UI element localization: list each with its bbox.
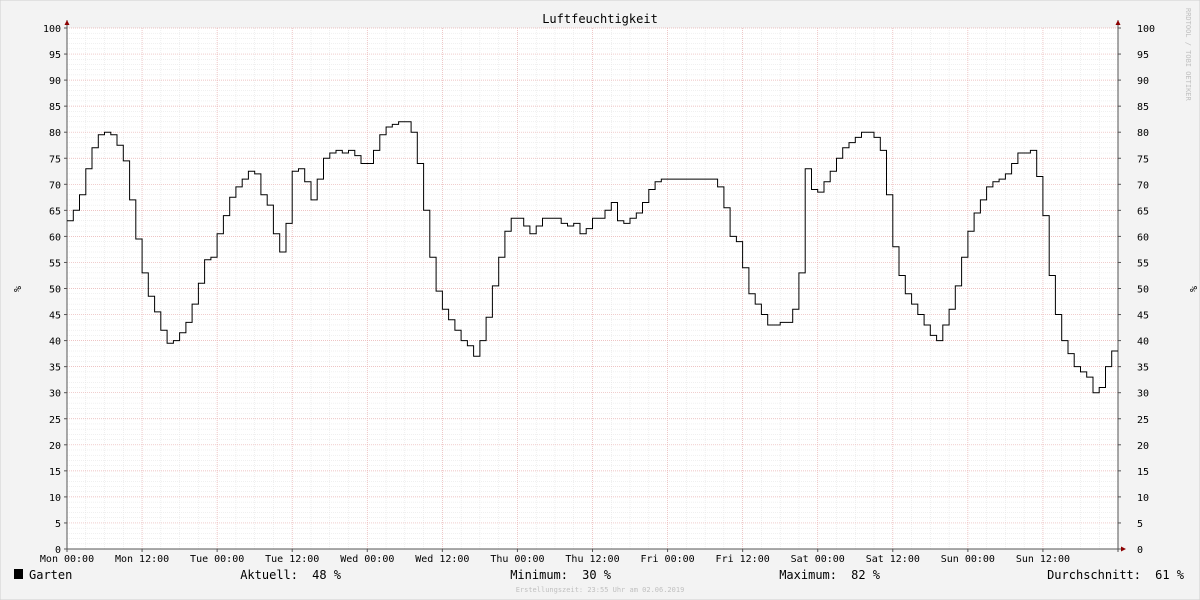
current-label: Aktuell: <box>240 568 298 582</box>
maximum-value: 82 % <box>851 568 881 582</box>
footer-creation-time: Erstellungszeit: 23:55 Uhr am 02.06.2019 <box>516 586 685 594</box>
x-tick-label: Mon 00:00 <box>40 554 94 565</box>
chart-container: 0 0 5 5 10 10 15 15 20 20 25 25 30 30 35 35 40 40 45 45 50 50… <box>0 0 1200 600</box>
x-tick-label: Wed 00:00 <box>340 554 394 565</box>
legend-entry: Garten <box>29 568 72 582</box>
y-tick-label-left: 40 <box>49 337 61 348</box>
x-tick-label: Wed 12:00 <box>415 554 469 565</box>
chart-title: Luftfeuchtigkeit <box>542 12 658 26</box>
x-tick-label: Sat 12:00 <box>866 554 920 565</box>
y-tick-label-right: 30 <box>1137 389 1149 400</box>
y-tick-label-right: 90 <box>1137 76 1149 87</box>
x-tick-label: Mon 12:00 <box>115 554 169 565</box>
y-tick-label-right: 95 <box>1137 50 1149 61</box>
x-tick-label: Fri 00:00 <box>640 554 694 565</box>
x-tick-label: Sun 00:00 <box>941 554 995 565</box>
y-tick-label-right: 85 <box>1137 102 1149 113</box>
x-tick-label: Thu 12:00 <box>565 554 619 565</box>
y-tick-label-right: 70 <box>1137 180 1149 191</box>
average-value: 61 % <box>1155 568 1185 582</box>
humidity-chart: 0 05 510 1015 1520 2025 2530 3035 3540 4045 4550 50… <box>0 0 1200 600</box>
y-tick-label-left: 60 <box>49 232 61 243</box>
y-tick-label-left: 25 <box>49 415 61 426</box>
y-tick-label-left: 90 <box>49 76 61 87</box>
y-axis-label-right: % <box>1187 286 1198 292</box>
y-tick-label-right: 50 <box>1137 285 1149 296</box>
y-tick-label-right: 5 <box>1137 519 1143 530</box>
y-tick-label-left: 75 <box>49 154 61 165</box>
y-tick-label-right: 40 <box>1137 337 1149 348</box>
y-tick-label-left: 35 <box>49 363 61 374</box>
average-label: Durchschnitt: <box>1047 568 1141 582</box>
y-tick-label-left: 65 <box>49 206 61 217</box>
y-tick-label-left: 70 <box>49 180 61 191</box>
y-tick-label-left: 5 <box>55 519 61 530</box>
current-value: 48 % <box>312 568 342 582</box>
y-tick-label-right: 80 <box>1137 128 1149 139</box>
y-tick-label-right: 75 <box>1137 154 1149 165</box>
y-tick-label-right: 35 <box>1137 363 1149 374</box>
y-tick-label-right: 100 <box>1137 24 1155 35</box>
y-tick-label-right: 25 <box>1137 415 1149 426</box>
y-tick-label-right: 0 <box>1137 545 1143 556</box>
y-tick-label-left: 20 <box>49 441 61 452</box>
y-tick-label-left: 85 <box>49 102 61 113</box>
watermark: RRDTOOL / TOBI OETIKER <box>1184 8 1192 102</box>
x-tick-label: Sun 12:00 <box>1016 554 1070 565</box>
y-tick-label-left: 10 <box>49 493 61 504</box>
y-tick-label-left: 30 <box>49 389 61 400</box>
y-tick-label-left: 100 <box>43 24 61 35</box>
y-tick-label-left: 50 <box>49 285 61 296</box>
x-tick-label: Tue 00:00 <box>190 554 244 565</box>
y-tick-label-left: 80 <box>49 128 61 139</box>
x-tick-label: Tue 12:00 <box>265 554 319 565</box>
y-tick-label-right: 10 <box>1137 493 1149 504</box>
x-tick-label: Fri 12:00 <box>716 554 770 565</box>
y-tick-label-left: 45 <box>49 311 61 322</box>
y-tick-label-right: 20 <box>1137 441 1149 452</box>
y-tick-label-right: 60 <box>1137 232 1149 243</box>
y-tick-label-right: 45 <box>1137 311 1149 322</box>
minimum-label: Minimum: <box>510 568 568 582</box>
y-tick-label-left: 55 <box>49 258 61 269</box>
y-tick-label-right: 55 <box>1137 258 1149 269</box>
minimum-value: 30 % <box>582 568 612 582</box>
x-tick-label: Thu 00:00 <box>490 554 544 565</box>
x-tick-label: Sat 00:00 <box>791 554 845 565</box>
y-tick-label-left: 95 <box>49 50 61 61</box>
maximum-label: Maximum: <box>779 568 837 582</box>
legend-swatch <box>14 569 23 579</box>
y-tick-label-right: 65 <box>1137 206 1149 217</box>
y-tick-label-left: 15 <box>49 467 61 478</box>
y-axis-label-left: % <box>11 286 22 292</box>
y-tick-label-right: 15 <box>1137 467 1149 478</box>
